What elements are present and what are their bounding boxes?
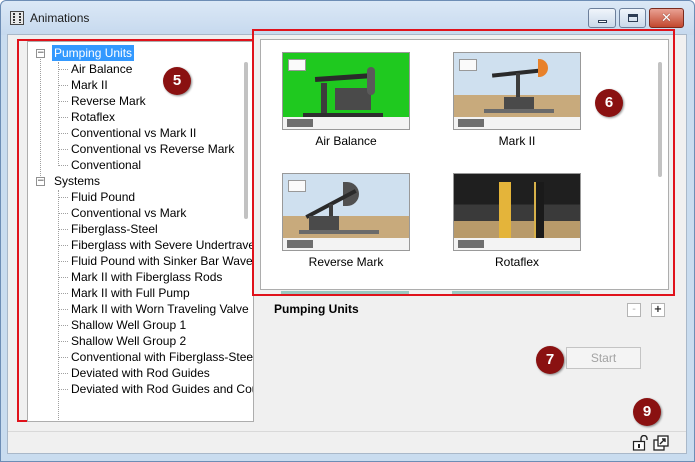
thumbnail-rotaflex[interactable]: Rotaflex	[453, 173, 581, 269]
tree-item[interactable]: Shallow Well Group 1	[28, 317, 253, 333]
tree-vertical-scrollbar[interactable]	[244, 62, 248, 219]
collapse-icon[interactable]: −	[36, 49, 45, 58]
tree-group-label: Systems	[54, 174, 101, 188]
tree-item-label: Conventional vs Mark	[71, 206, 187, 220]
undock-icon[interactable]	[653, 435, 669, 451]
hud-icon	[288, 59, 306, 71]
tree-item[interactable]: Reverse Mark	[28, 93, 253, 109]
thumbnail-image	[453, 173, 581, 251]
thumbnail-partial-row	[281, 291, 409, 294]
tree-item-label: Mark II	[71, 78, 108, 92]
zoom-in-button[interactable]: +	[651, 303, 665, 317]
thumbnail-caption: Mark II	[498, 134, 536, 148]
thumbnail-grid: Air Balance Mark II Reverse Mark Rotafle…	[260, 39, 669, 290]
callout-badge-thumbnails: 6	[595, 89, 623, 117]
tree-item-label: Reverse Mark	[71, 94, 146, 108]
callout-badge-start: 7	[536, 346, 564, 374]
close-button[interactable]: ✕	[649, 8, 684, 28]
tree-item[interactable]: Conventional vs Mark II	[28, 125, 253, 141]
animation-tree[interactable]: − Pumping Units Air Balance Mark II Reverse …	[27, 41, 254, 422]
tree-item[interactable]: Rotaflex	[28, 109, 253, 125]
tree-item-label: Conventional with Fiberglass-Steel a	[71, 350, 254, 364]
hud-icon	[459, 59, 477, 71]
tree-item[interactable]: Mark II with Worn Traveling Valve	[28, 301, 253, 317]
tree-item-label: Rotaflex	[71, 110, 116, 124]
tree-item-label: Fiberglass with Severe Undertravel	[71, 238, 254, 252]
tree-item[interactable]: Mark II with Full Pump	[28, 285, 253, 301]
window-title: Animations	[30, 11, 90, 25]
tree-item[interactable]: Mark II	[28, 77, 253, 93]
tree-item[interactable]: Fiberglass with Severe Undertravel	[28, 237, 254, 253]
callout-badge-tree: 5	[163, 67, 191, 95]
tower-graphic	[534, 182, 544, 240]
tree-item[interactable]: Fiberglass-Steel	[28, 221, 253, 237]
thumbnail-image	[282, 52, 410, 130]
tree-group-label: Pumping Units	[50, 44, 136, 62]
tree-item-label: Mark II with Fiberglass Rods	[71, 270, 223, 284]
thumbnail-partial-row	[452, 291, 580, 294]
callout-badge-dock: 9	[633, 398, 661, 426]
thumbnail-caption: Reverse Mark	[308, 255, 384, 269]
hud-icon	[288, 180, 306, 192]
minimize-icon	[597, 19, 607, 23]
thumbnail-reverse-mark[interactable]: Reverse Mark	[282, 173, 410, 269]
thumbnail-vertical-scrollbar[interactable]	[658, 62, 662, 177]
thumbnail-footer	[283, 238, 409, 250]
thumbnail-caption: Rotaflex	[494, 255, 540, 269]
thumbnail-air-balance[interactable]: Air Balance	[282, 52, 410, 148]
tree-item[interactable]: Shallow Well Group 2	[28, 333, 253, 349]
close-icon: ✕	[661, 10, 672, 26]
status-divider	[8, 431, 686, 432]
tree-item[interactable]: Conventional vs Reverse Mark	[28, 141, 253, 157]
tree-item-label: Mark II with Worn Traveling Valve	[71, 302, 249, 316]
tree-item-label: Shallow Well Group 2	[71, 334, 187, 348]
tree-item-label: Air Balance	[71, 62, 133, 76]
tower-graphic	[499, 182, 511, 240]
tree-group-0[interactable]: − Pumping Units	[28, 44, 253, 62]
thumbnail-footer	[283, 117, 409, 129]
tree-item[interactable]: Fluid Pound	[28, 189, 253, 205]
tree-item[interactable]: Conventional with Fiberglass-Steel a	[28, 349, 254, 365]
thumbnail-caption: Air Balance	[315, 134, 377, 148]
selected-group-label: Pumping Units	[274, 302, 359, 316]
thumbnail-image	[453, 52, 581, 130]
unlock-icon[interactable]	[632, 435, 648, 451]
tree-item[interactable]: Conventional vs Mark	[28, 205, 253, 221]
tree-list: − Pumping Units Air Balance Mark II Reverse …	[28, 44, 254, 397]
tree-item-label: Mark II with Full Pump	[71, 286, 190, 300]
tree-group-1[interactable]: − Systems	[28, 173, 253, 189]
maximize-icon	[627, 14, 638, 22]
tree-item[interactable]: Air Balance	[28, 61, 253, 77]
tree-item-label: Fluid Pound	[71, 190, 136, 204]
start-button[interactable]: Start	[566, 347, 641, 369]
thumbnail-image	[282, 173, 410, 251]
collapse-icon[interactable]: −	[36, 177, 45, 186]
tree-item[interactable]: Deviated with Rod Guides and Cou	[28, 381, 254, 397]
zoom-out-button[interactable]: -	[627, 303, 641, 317]
thumbnail-mark-ii[interactable]: Mark II	[453, 52, 581, 148]
tree-item-label: Fiberglass-Steel	[71, 222, 158, 236]
thumbnail-footer	[454, 117, 580, 129]
animation-tree-panel: − Pumping Units Air Balance Mark II Reverse …	[17, 39, 254, 422]
maximize-button[interactable]	[619, 8, 646, 28]
tree-item[interactable]: Mark II with Fiberglass Rods	[28, 269, 253, 285]
thumbnail-footer	[454, 238, 580, 250]
thumbnail-panel: Air Balance Mark II Reverse Mark Rotafle…	[252, 29, 675, 296]
tree-item[interactable]: Conventional	[28, 157, 253, 173]
tree-item-label: Conventional vs Reverse Mark	[71, 142, 235, 156]
tree-item-label: Deviated with Rod Guides	[71, 366, 210, 380]
filmstrip-icon	[10, 11, 24, 25]
tree-item-label: Deviated with Rod Guides and Cou	[71, 382, 254, 396]
minimize-button[interactable]	[588, 8, 616, 28]
tree-item-label: Conventional	[71, 158, 142, 172]
tree-item-label: Fluid Pound with Sinker Bar Wave I	[71, 254, 254, 268]
tree-item[interactable]: Fluid Pound with Sinker Bar Wave I	[28, 253, 254, 269]
tree-item-label: Shallow Well Group 1	[71, 318, 187, 332]
tree-item[interactable]: Deviated with Rod Guides	[28, 365, 253, 381]
tree-item-label: Conventional vs Mark II	[71, 126, 197, 140]
